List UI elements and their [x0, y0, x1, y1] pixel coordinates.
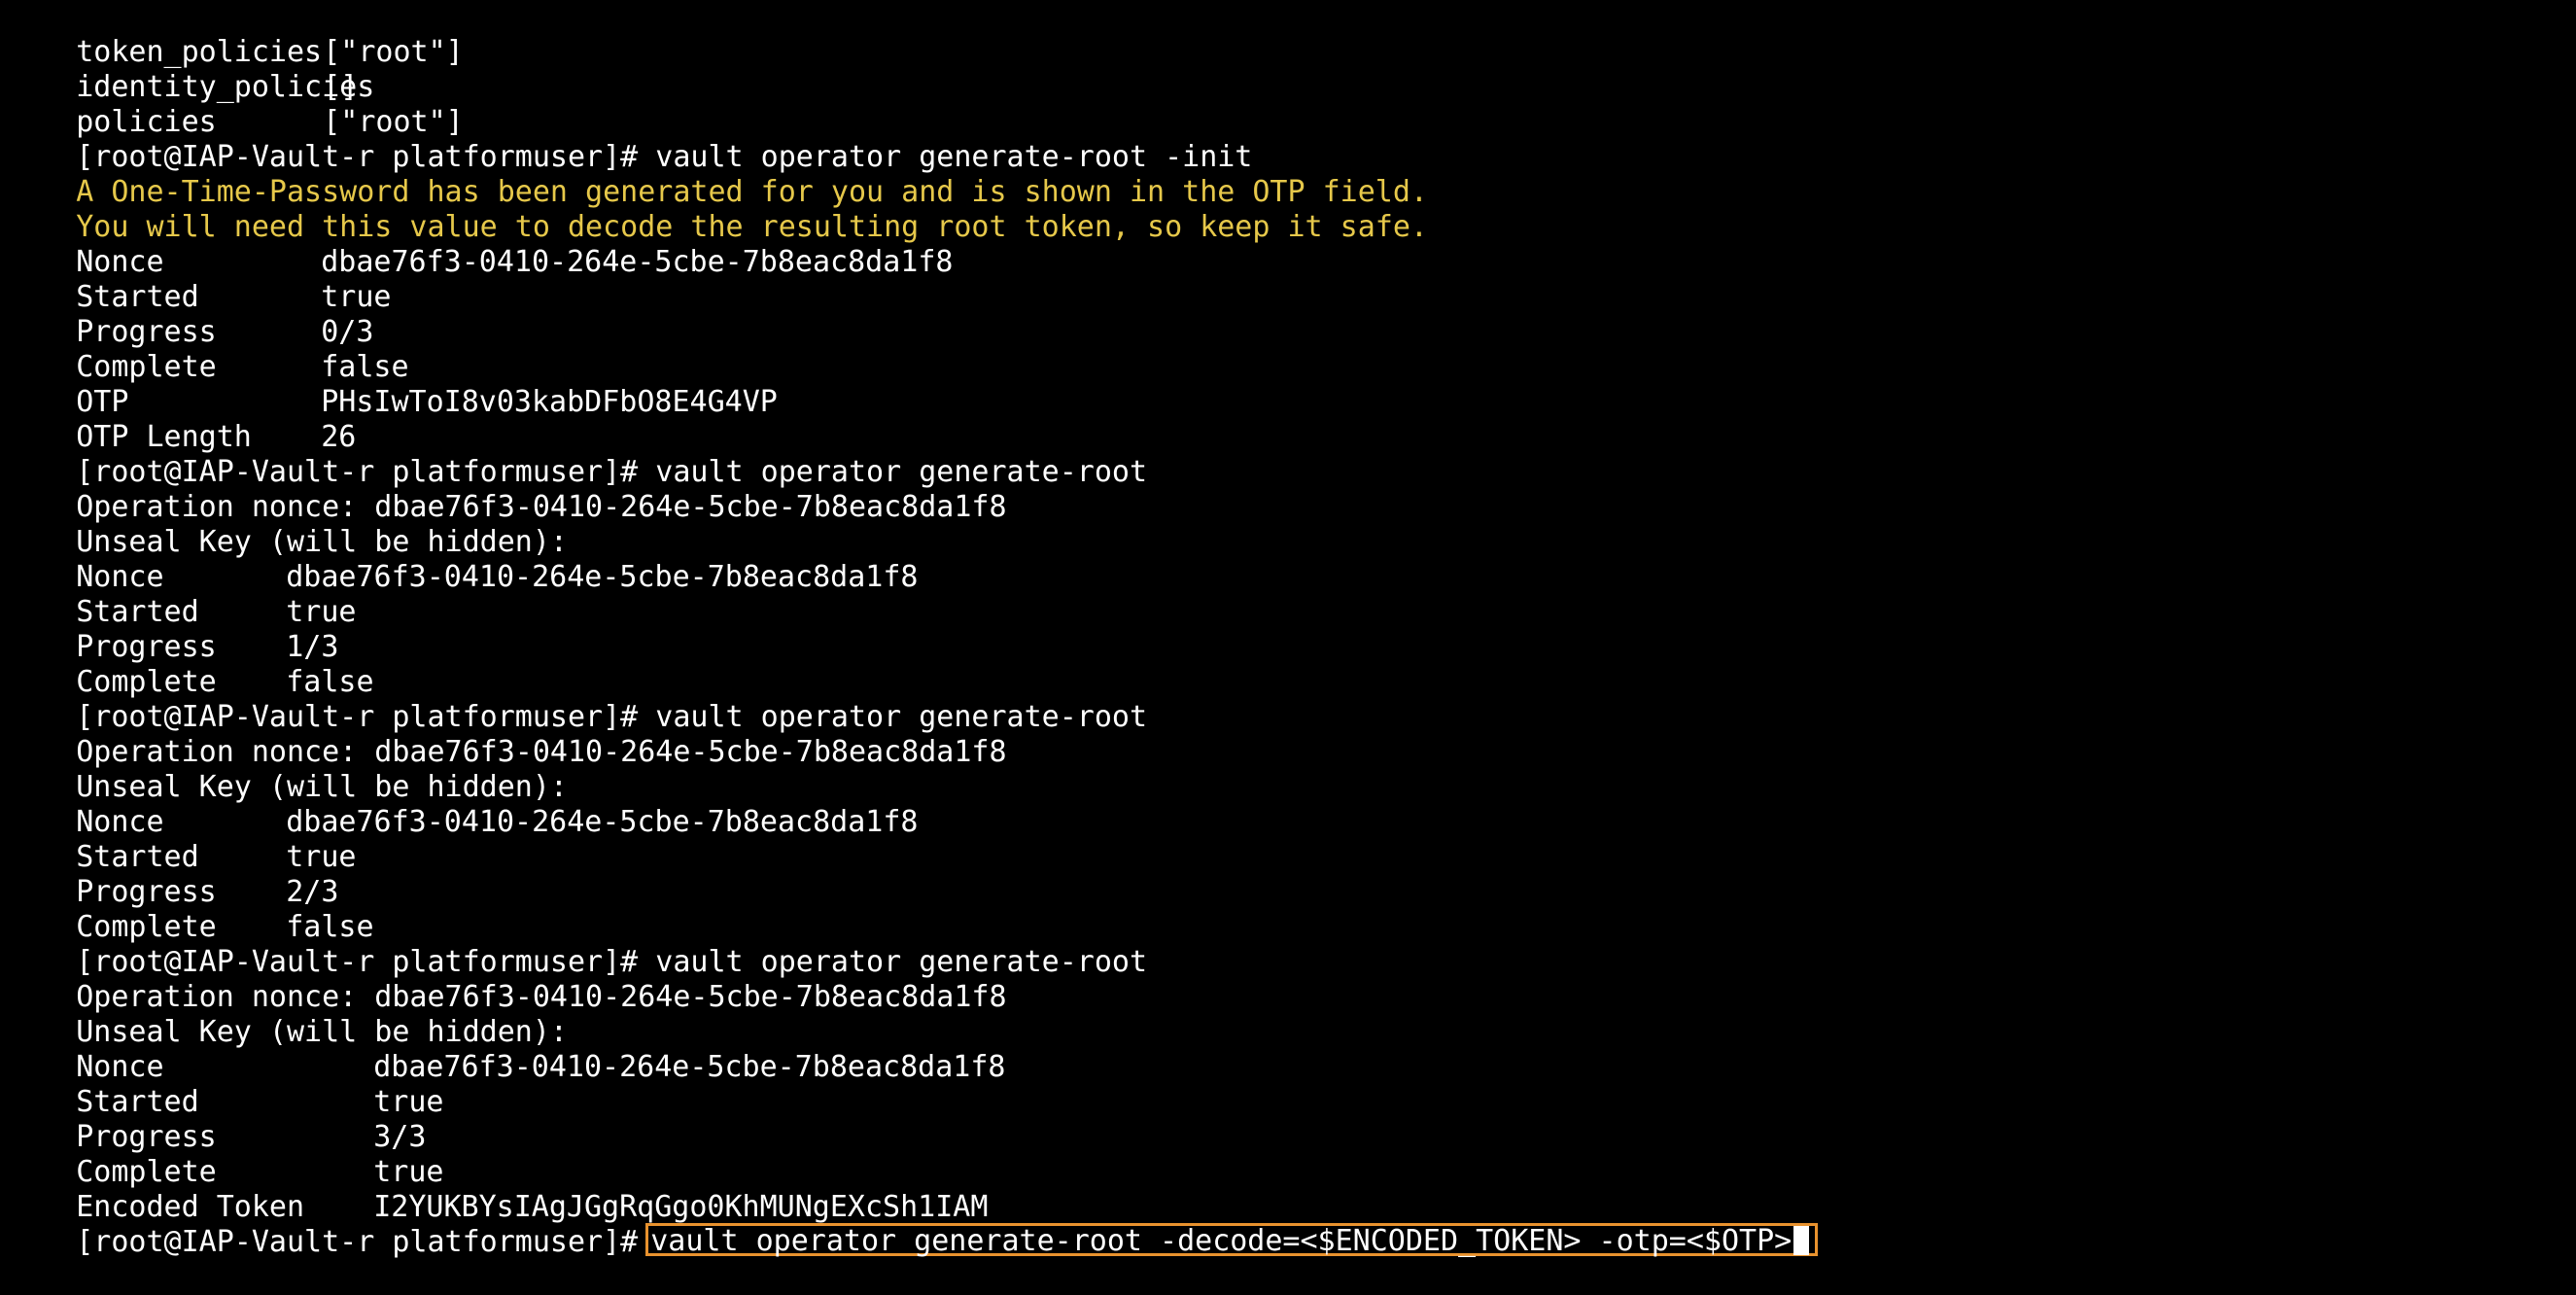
output-line: Progress 2/3: [6, 840, 2572, 909]
output-line: Unseal Key (will be hidden):: [6, 980, 2572, 1049]
output-line: Complete false: [6, 875, 2572, 944]
output-line: Nonce dbae76f3-0410-264e-5cbe-7b8eac8da1f…: [6, 1015, 2572, 1084]
text-cursor: [1793, 1225, 1810, 1255]
output-line: Progress 0/3: [6, 280, 2572, 349]
output-line: Operation nonce: dbae76f3-0410-264e-5cbe…: [6, 945, 2572, 1014]
current-command-line[interactable]: [root@IAP-Vault-r platformuser]# vault op…: [6, 1190, 2572, 1259]
output-line: Unseal Key (will be hidden):: [6, 735, 2572, 804]
output-line: Nonce dbae76f3-0410-264e-5cbe-7b8eac8da1f…: [6, 525, 2572, 594]
output-line: Started true: [6, 245, 2572, 314]
output-line: policies ["root"]: [6, 70, 2572, 139]
highlighted-command-input[interactable]: vault operator generate-root -decode=<$E…: [645, 1223, 1819, 1258]
terminal-window[interactable]: token_policies["root"] identity_policies…: [6, 0, 2572, 1259]
output-line: Operation nonce: dbae76f3-0410-264e-5cbe…: [6, 700, 2572, 769]
output-line: Started true: [6, 1050, 2572, 1119]
command-input-text[interactable]: vault operator generate-root -decode=<$E…: [650, 1224, 1792, 1258]
output-line: Nonce dbae76f3-0410-264e-5cbe-7b8eac8da1f…: [6, 770, 2572, 839]
output-line: Encoded Token I2YUKBYsIAgJGgRqGgo0KhMUNgE…: [6, 1155, 2572, 1224]
command-line: [root@IAP-Vault-r platformuser]# vault o…: [6, 420, 2572, 489]
output-line: Started true: [6, 560, 2572, 629]
output-line: Complete false: [6, 630, 2572, 699]
output-line: Complete true: [6, 1120, 2572, 1189]
output-line: identity_policies[]: [6, 35, 2572, 104]
output-line: OTP PHsIwToI8v03kabDFbO8E4G4VP: [6, 350, 2572, 419]
output-line: Started true: [6, 805, 2572, 874]
command-line: [root@IAP-Vault-r platformuser]# vault o…: [6, 665, 2572, 734]
output-line: token_policies["root"]: [6, 0, 2572, 69]
shell-prompt: [root@IAP-Vault-r platformuser]#: [76, 1225, 639, 1259]
output-line: Complete false: [6, 315, 2572, 384]
warning-line: A One-Time-Password has been generated f…: [6, 140, 2572, 209]
output-line: Progress 3/3: [6, 1085, 2572, 1154]
command-line: [root@IAP-Vault-r platformuser]# vault o…: [6, 910, 2572, 979]
output-line: Unseal Key (will be hidden):: [6, 490, 2572, 559]
warning-line: You will need this value to decode the r…: [6, 175, 2572, 244]
output-line: Nonce dbae76f3-0410-264e-5cbe-7b8eac8da1f…: [6, 210, 2572, 279]
command-line: [root@IAP-Vault-r platformuser]# vault o…: [6, 105, 2572, 174]
output-line: Operation nonce: dbae76f3-0410-264e-5cbe…: [6, 455, 2572, 524]
output-line: OTP Length 26: [6, 385, 2572, 454]
output-line: Progress 1/3: [6, 595, 2572, 664]
